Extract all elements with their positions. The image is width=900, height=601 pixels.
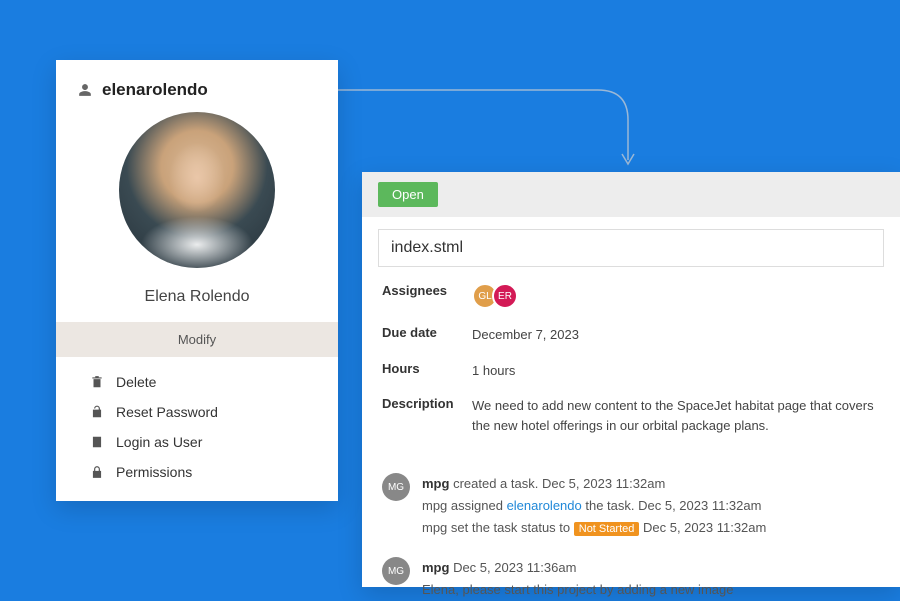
activity-link[interactable]: elenarolendo	[507, 498, 582, 513]
field-description: Description We need to add new content t…	[362, 388, 900, 443]
task-panel: Open index.stml Assignees GLER Due date …	[362, 172, 900, 587]
assignee-badges: GLER	[472, 283, 518, 309]
field-value: December 7, 2023	[472, 325, 579, 345]
unlock-icon	[90, 405, 104, 419]
status-badge[interactable]: Open	[378, 182, 438, 207]
status-tag: Not Started	[574, 522, 640, 536]
activity-item: MG mpg Dec 5, 2023 11:36amElena, please s…	[382, 557, 880, 601]
id-card-icon	[90, 435, 104, 449]
activity-avatar: MG	[382, 473, 410, 501]
field-hours: Hours 1 hours	[362, 353, 900, 389]
field-due-date: Due date December 7, 2023	[362, 317, 900, 353]
activity-feed: MG mpg created a task. Dec 5, 2023 11:32a…	[362, 443, 900, 601]
profile-card: elenarolendo Elena Rolendo Modify Delete…	[56, 60, 338, 501]
activity-line: mpg assigned elenarolendo the task. Dec …	[422, 495, 766, 517]
activity-author: mpg	[422, 476, 449, 491]
avatar	[119, 112, 275, 268]
avatar-wrap	[56, 106, 338, 278]
profile-action-list: Delete Reset Password Login as User Perm…	[56, 357, 338, 487]
action-reset-password[interactable]: Reset Password	[90, 397, 304, 427]
action-permissions[interactable]: Permissions	[90, 457, 304, 487]
task-title-input[interactable]: index.stml	[378, 229, 884, 267]
field-label: Description	[382, 396, 472, 435]
field-value: 1 hours	[472, 361, 515, 381]
activity-line: Elena, please start this project by addi…	[422, 579, 733, 601]
activity-lines: mpg Dec 5, 2023 11:36amElena, please sta…	[422, 557, 733, 601]
activity-line: mpg created a task. Dec 5, 2023 11:32am	[422, 473, 766, 495]
profile-username: elenarolendo	[102, 80, 208, 100]
action-label: Login as User	[116, 434, 202, 450]
profile-header: elenarolendo	[56, 80, 338, 106]
assignee-badge[interactable]: ER	[492, 283, 518, 309]
action-delete[interactable]: Delete	[90, 367, 304, 397]
modify-button[interactable]: Modify	[56, 322, 338, 357]
user-icon	[78, 83, 92, 97]
trash-icon	[90, 375, 104, 389]
field-assignees: Assignees GLER	[362, 275, 900, 317]
activity-avatar: MG	[382, 557, 410, 585]
action-label: Delete	[116, 374, 156, 390]
lock-icon	[90, 465, 104, 479]
field-label: Assignees	[382, 283, 472, 309]
field-label: Hours	[382, 361, 472, 381]
activity-line: mpg set the task status to Not Started D…	[422, 517, 766, 539]
activity-item: MG mpg created a task. Dec 5, 2023 11:32a…	[382, 473, 880, 539]
field-value: We need to add new content to the SpaceJ…	[472, 396, 880, 435]
activity-author: mpg	[422, 560, 449, 575]
action-login-as[interactable]: Login as User	[90, 427, 304, 457]
flow-arrow	[338, 88, 638, 178]
action-label: Permissions	[116, 464, 192, 480]
profile-full-name: Elena Rolendo	[56, 278, 338, 322]
activity-line: mpg Dec 5, 2023 11:36am	[422, 557, 733, 579]
field-label: Due date	[382, 325, 472, 345]
activity-lines: mpg created a task. Dec 5, 2023 11:32amm…	[422, 473, 766, 539]
action-label: Reset Password	[116, 404, 218, 420]
task-title-wrap: index.stml	[362, 217, 900, 275]
task-header: Open	[362, 172, 900, 217]
